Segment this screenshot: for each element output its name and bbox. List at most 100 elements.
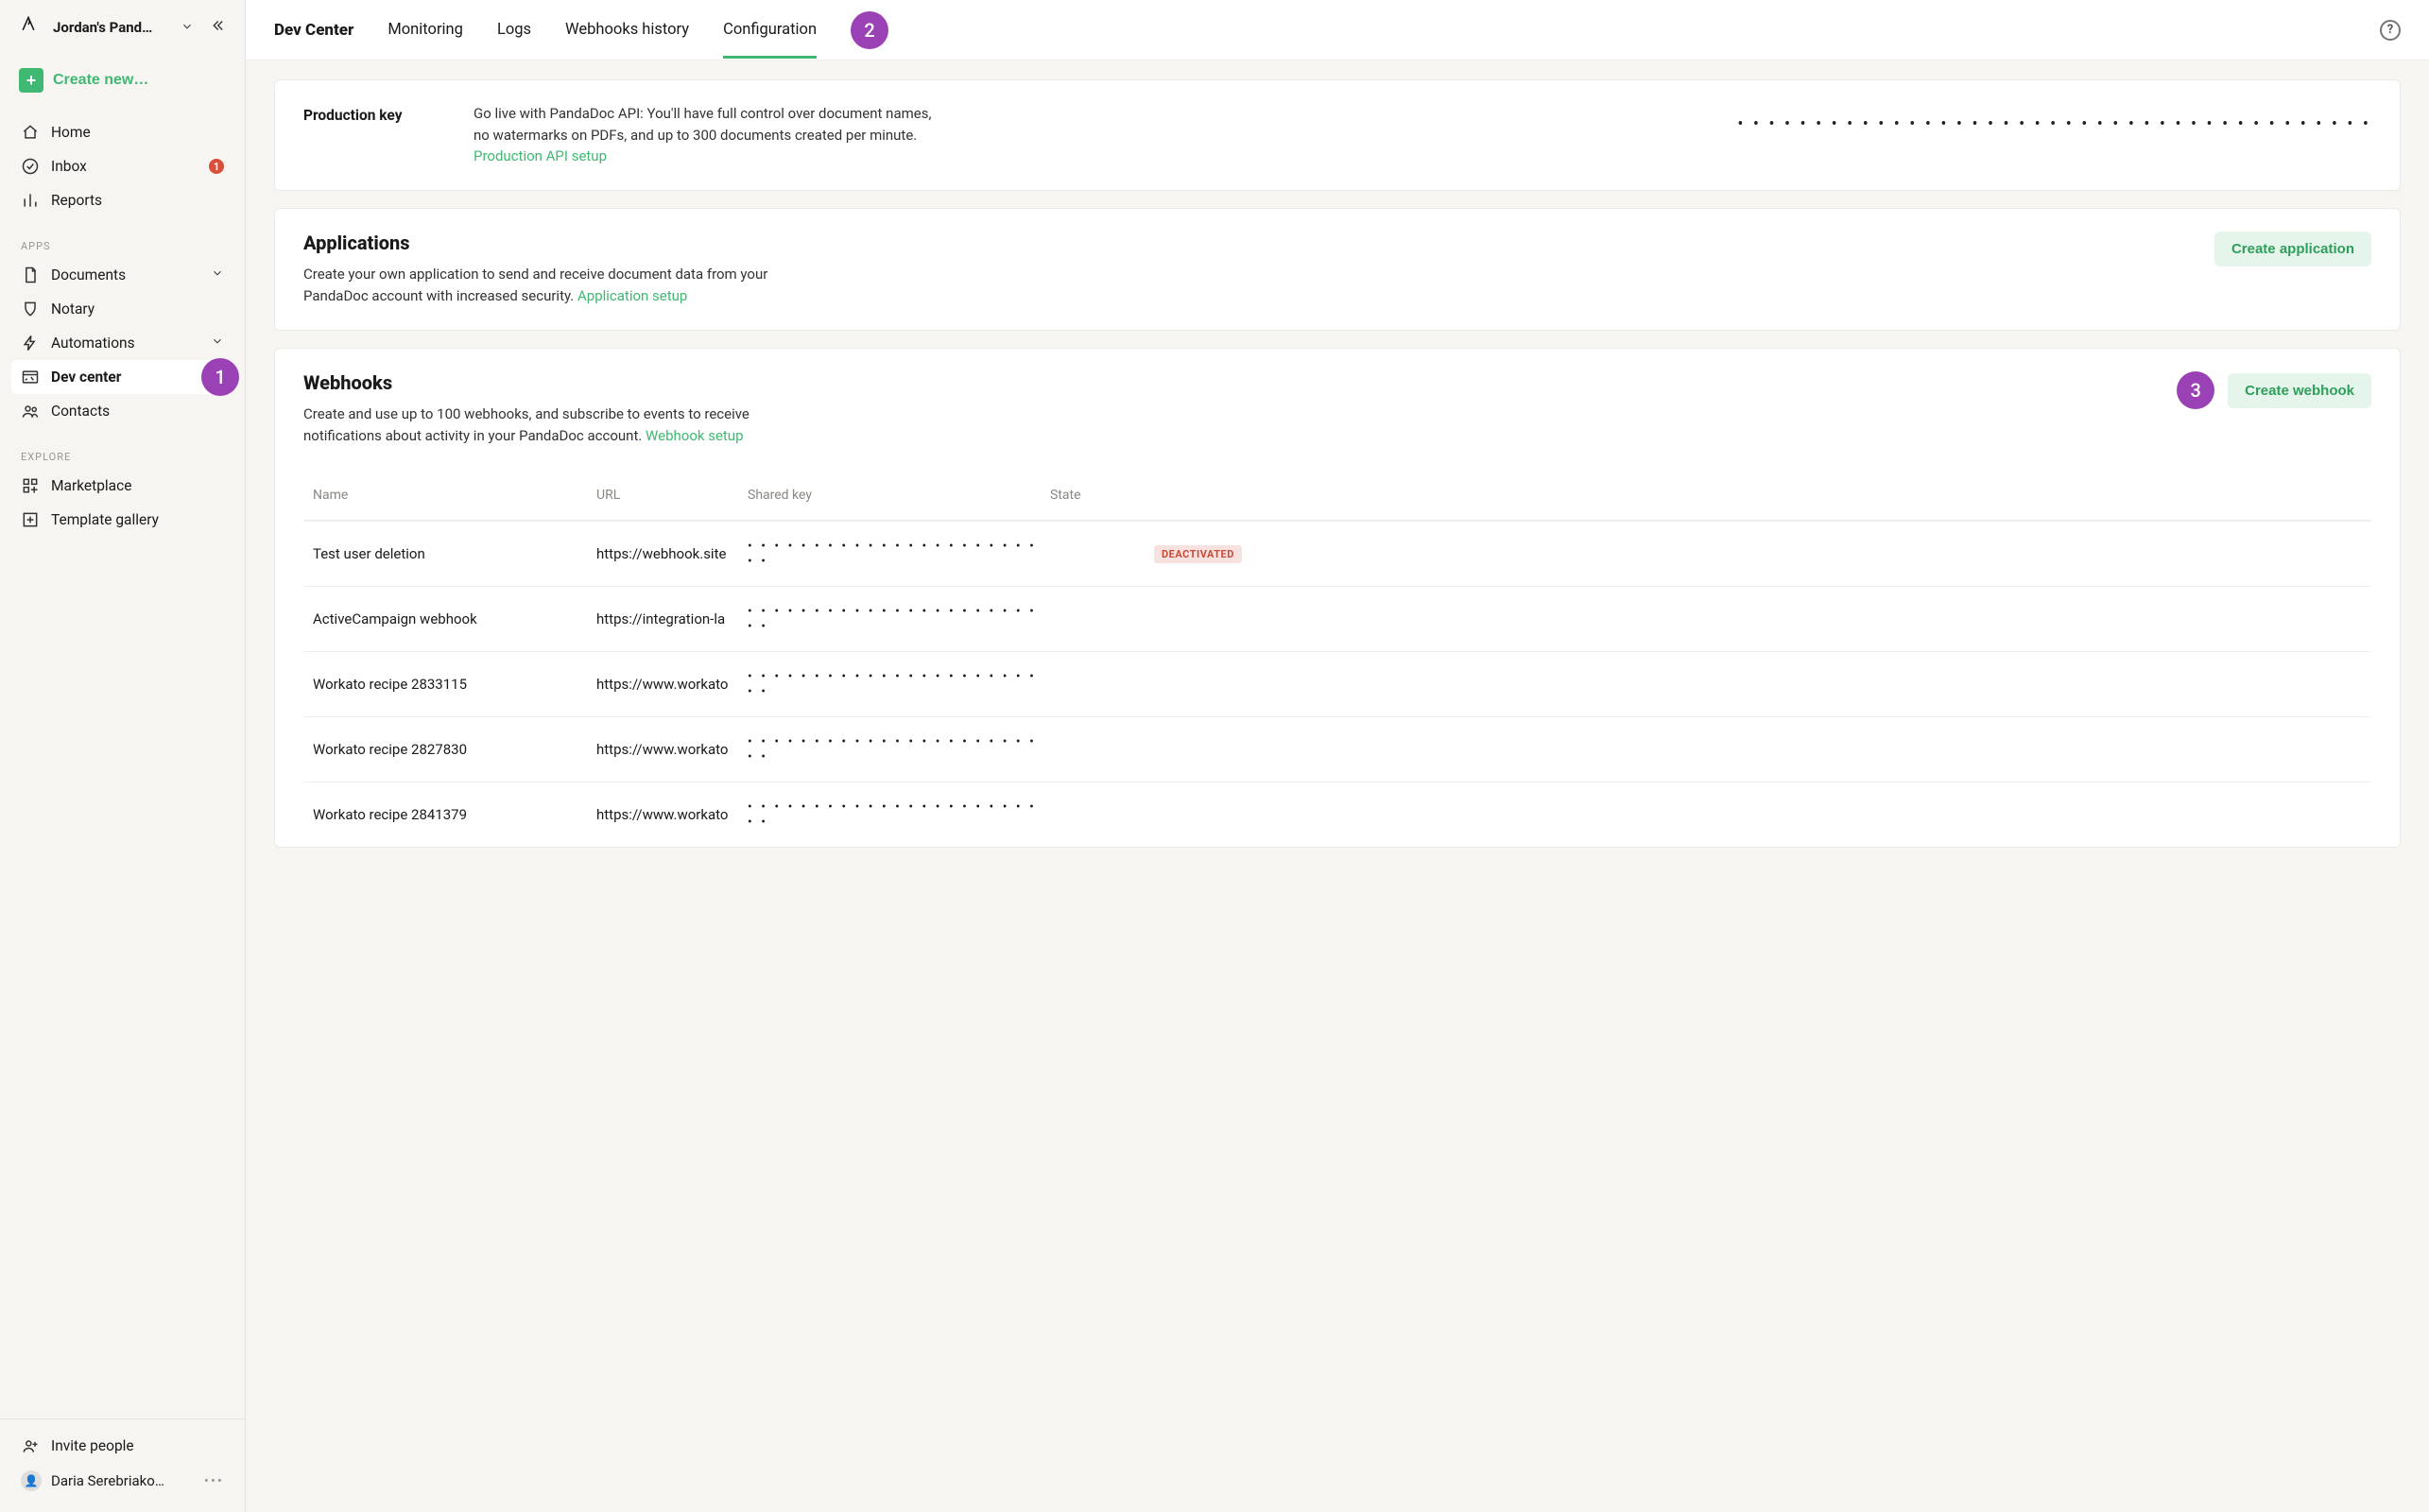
sidebar-item-reports[interactable]: Reports (11, 183, 233, 217)
document-icon (21, 266, 40, 284)
notary-icon (21, 300, 40, 318)
annotation-2: 2 (851, 11, 888, 49)
col-state: State (1050, 488, 1154, 503)
webhooks-table: Name URL Shared key State Test user dele… (303, 471, 2371, 847)
contacts-icon (21, 402, 40, 421)
webhook-shared-key: • • • • • • • • • • • • • • • • • • • • … (748, 669, 1050, 699)
webhook-setup-link[interactable]: Webhook setup (646, 427, 743, 444)
user-menu[interactable]: 👤 Daria Serebriako… ••• (11, 1463, 233, 1499)
chevron-down-icon (181, 19, 194, 37)
nav-explore: Marketplace Template gallery (0, 469, 245, 546)
content: Production key Go live with PandaDoc API… (246, 60, 2429, 1512)
webhook-url: https://www.workato (596, 676, 748, 693)
webhook-row[interactable]: Test user deletionhttps://webhook.site• … (303, 521, 2371, 586)
create-new-button[interactable]: + Create new… (17, 62, 228, 98)
workspace-switcher[interactable]: Jordan's Pand… (0, 0, 245, 55)
create-application-button[interactable]: Create application (2214, 232, 2371, 266)
webhook-url: https://integration-la (596, 610, 748, 627)
webhooks-desc: Create and use up to 100 webhooks, and s… (303, 404, 814, 448)
dev-center-icon (21, 368, 40, 387)
applications-desc: Create your own application to send and … (303, 264, 814, 308)
webhook-shared-key: • • • • • • • • • • • • • • • • • • • • … (748, 734, 1050, 765)
tab-monitoring[interactable]: Monitoring (388, 2, 463, 58)
inbox-badge: 1 (209, 159, 224, 174)
tab-configuration[interactable]: Configuration (723, 2, 817, 58)
webhook-row[interactable]: Workato recipe 2827830https://www.workat… (303, 716, 2371, 782)
invite-people-button[interactable]: Invite people (11, 1429, 233, 1463)
production-key-label: Production key (303, 103, 436, 124)
sidebar-item-contacts[interactable]: Contacts (11, 394, 233, 428)
webhook-shared-key: • • • • • • • • • • • • • • • • • • • • … (748, 539, 1050, 569)
sidebar-item-inbox[interactable]: Inbox 1 (11, 149, 233, 183)
chevron-down-icon (211, 266, 224, 284)
logo-icon (19, 15, 43, 40)
workspace-name: Jordan's Pand… (53, 19, 171, 36)
section-apps-label: APPS (0, 227, 245, 258)
sidebar-item-notary[interactable]: Notary (11, 292, 233, 326)
chevron-down-icon (211, 335, 224, 352)
webhook-row[interactable]: ActiveCampaign webhookhttps://integratio… (303, 586, 2371, 651)
col-shared: Shared key (748, 488, 1050, 503)
avatar: 👤 (21, 1470, 42, 1491)
home-icon (21, 123, 40, 142)
more-icon[interactable]: ••• (204, 1472, 224, 1489)
production-key-card: Production key Go live with PandaDoc API… (274, 79, 2401, 191)
topbar: Dev Center Monitoring Logs Webhooks hist… (246, 0, 2429, 60)
plus-icon: + (19, 68, 43, 93)
sidebar-item-marketplace[interactable]: Marketplace (11, 469, 233, 503)
applications-heading: Applications (303, 232, 814, 254)
sidebar-item-label: Home (51, 124, 91, 141)
webhook-url: https://www.workato (596, 806, 748, 823)
invite-icon (21, 1436, 40, 1455)
production-key-masked: • • • • • • • • • • • • • • • • • • • • … (984, 103, 2371, 134)
webhook-shared-key: • • • • • • • • • • • • • • • • • • • • … (748, 604, 1050, 634)
webhook-name: Workato recipe 2833115 (313, 676, 596, 693)
status-badge: DEACTIVATED (1154, 545, 1242, 563)
annotation-3: 3 (2177, 371, 2214, 409)
collapse-sidebar-icon[interactable] (209, 17, 226, 38)
webhook-row[interactable]: Workato recipe 2841379https://www.workat… (303, 782, 2371, 847)
tab-logs[interactable]: Logs (497, 2, 531, 58)
user-name: Daria Serebriako… (51, 1472, 164, 1489)
sidebar-item-dev-center[interactable]: Dev center 1 (11, 360, 233, 394)
webhook-url: https://www.workato (596, 741, 748, 758)
sidebar-item-label: Reports (51, 192, 102, 209)
template-icon (21, 510, 40, 529)
webhooks-table-head: Name URL Shared key State (303, 471, 2371, 521)
col-name: Name (313, 488, 596, 503)
section-explore-label: EXPLORE (0, 438, 245, 469)
nav-apps: Documents Notary Automations Dev center … (0, 258, 245, 438)
applications-card: Applications Create your own application… (274, 208, 2401, 332)
webhook-row[interactable]: Workato recipe 2833115https://www.workat… (303, 651, 2371, 716)
webhook-name: Test user deletion (313, 545, 596, 562)
sidebar-item-automations[interactable]: Automations (11, 326, 233, 360)
webhooks-card: Webhooks Create and use up to 100 webhoo… (274, 348, 2401, 848)
webhook-url: https://webhook.site (596, 545, 748, 562)
create-webhook-button[interactable]: Create webhook (2228, 373, 2371, 408)
sidebar-item-home[interactable]: Home (11, 115, 233, 149)
webhook-name: ActiveCampaign webhook (313, 610, 596, 627)
application-setup-link[interactable]: Application setup (577, 287, 687, 304)
production-api-setup-link[interactable]: Production API setup (474, 147, 607, 164)
sidebar-item-label: Contacts (51, 403, 110, 420)
annotation-1: 1 (201, 358, 239, 396)
webhook-name: Workato recipe 2841379 (313, 806, 596, 823)
create-new-label: Create new… (53, 72, 148, 89)
sidebar-item-label: Dev center (51, 369, 121, 386)
nav-primary: Home Inbox 1 Reports (0, 115, 245, 227)
sidebar-item-template-gallery[interactable]: Template gallery (11, 503, 233, 537)
sidebar-item-documents[interactable]: Documents (11, 258, 233, 292)
col-url: URL (596, 488, 748, 503)
sidebar-item-label: Marketplace (51, 477, 131, 494)
tab-webhooks-history[interactable]: Webhooks history (565, 2, 689, 58)
production-key-desc-text: Go live with PandaDoc API: You'll have f… (474, 105, 931, 144)
help-icon[interactable]: ? (2380, 20, 2401, 41)
inbox-icon (21, 157, 40, 176)
page-title: Dev Center (274, 21, 353, 40)
sidebar: Jordan's Pand… + Create new… Home Inbox … (0, 0, 246, 1512)
main: Dev Center Monitoring Logs Webhooks hist… (246, 0, 2429, 1512)
sidebar-item-label: Template gallery (51, 511, 159, 528)
production-key-desc: Go live with PandaDoc API: You'll have f… (474, 103, 946, 167)
sidebar-item-label: Inbox (51, 158, 87, 175)
sidebar-item-label: Notary (51, 301, 95, 318)
